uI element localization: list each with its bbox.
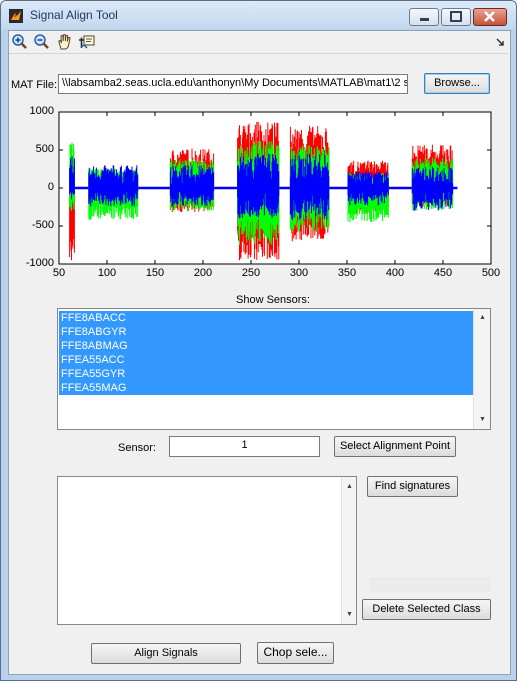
y-tick-label: 0 bbox=[47, 181, 54, 193]
sensor-listbox[interactable]: FFE8ABACC FFE8ABGYR FFE8ABMAG FFEA55ACC FFEA… bbox=[57, 308, 491, 430]
chop-selected-button[interactable]: Chop sele... bbox=[257, 642, 334, 664]
x-tick-label: 50 bbox=[52, 267, 66, 279]
zoom-in-icon[interactable] bbox=[11, 33, 29, 51]
browse-button[interactable]: Browse... bbox=[424, 73, 490, 94]
sensor-list-item[interactable]: FFEA55ACC bbox=[59, 353, 474, 367]
mat-file-path-field[interactable]: \\labsamba2.seas.ucla.edu\anthonyn\My Do… bbox=[58, 74, 408, 94]
maximize-icon bbox=[450, 11, 462, 22]
matlab-figure-icon bbox=[9, 9, 23, 23]
toolbar-dock-arrow-icon[interactable] bbox=[496, 38, 504, 46]
x-tick-label: 250 bbox=[241, 267, 261, 279]
y-tick-label: -500 bbox=[31, 219, 54, 231]
align-signals-button[interactable]: Align Signals bbox=[91, 643, 241, 664]
signal-plot bbox=[58, 111, 492, 265]
minimize-button[interactable] bbox=[409, 8, 439, 26]
select-alignment-point-button[interactable]: Select Alignment Point bbox=[334, 436, 456, 457]
class-list-placeholder bbox=[369, 577, 491, 592]
sensor-list-item[interactable]: FFEA55MAG bbox=[59, 381, 474, 395]
window-title: Signal Align Tool bbox=[30, 8, 118, 22]
scroll-up-icon[interactable]: ▲ bbox=[475, 311, 490, 325]
zoom-out-icon[interactable] bbox=[33, 33, 51, 51]
show-sensors-label: Show Sensors: bbox=[236, 294, 310, 306]
x-tick-label: 300 bbox=[289, 267, 309, 279]
signature-listbox[interactable]: ▲ ▼ bbox=[57, 476, 357, 625]
y-tick-label: 500 bbox=[35, 143, 54, 155]
close-icon bbox=[484, 11, 495, 22]
y-tick-label: 1000 bbox=[29, 105, 54, 117]
find-signatures-button[interactable]: Find signatures bbox=[367, 476, 458, 497]
mat-file-label: MAT File: bbox=[11, 79, 58, 91]
data-cursor-icon[interactable] bbox=[78, 33, 96, 51]
scroll-up-icon[interactable]: ▲ bbox=[342, 480, 357, 494]
signature-list-scrollbar[interactable]: ▲ ▼ bbox=[341, 477, 356, 624]
close-button[interactable] bbox=[473, 8, 507, 26]
delete-selected-class-button[interactable]: Delete Selected Class bbox=[362, 599, 491, 620]
sensor-list-item[interactable]: FFE8ABMAG bbox=[59, 339, 474, 353]
blue-signal-burst-3 bbox=[169, 165, 215, 207]
sensor-list-item[interactable]: FFE8ABACC bbox=[59, 311, 474, 325]
sensor-field[interactable]: 1 bbox=[169, 436, 320, 457]
sensor-list-scrollbar[interactable]: ▲ ▼ bbox=[473, 309, 490, 429]
x-tick-label: 100 bbox=[97, 267, 117, 279]
minimize-icon bbox=[420, 18, 429, 21]
x-tick-label: 400 bbox=[385, 267, 405, 279]
x-tick-label: 350 bbox=[337, 267, 357, 279]
scroll-down-icon[interactable]: ▼ bbox=[475, 413, 490, 427]
blue-signal-burst-4 bbox=[237, 153, 280, 219]
x-tick-label: 500 bbox=[481, 267, 501, 279]
x-tick-label: 150 bbox=[145, 267, 165, 279]
sensor-list-item[interactable]: FFEA55GYR bbox=[59, 367, 474, 381]
maximize-button[interactable] bbox=[441, 8, 471, 26]
x-tick-label: 200 bbox=[193, 267, 213, 279]
sensor-label: Sensor: bbox=[118, 442, 156, 454]
scroll-down-icon[interactable]: ▼ bbox=[342, 608, 357, 622]
x-tick-label: 450 bbox=[433, 267, 453, 279]
sensor-list-item[interactable]: FFE8ABGYR bbox=[59, 325, 474, 339]
pan-hand-icon[interactable] bbox=[56, 33, 74, 51]
